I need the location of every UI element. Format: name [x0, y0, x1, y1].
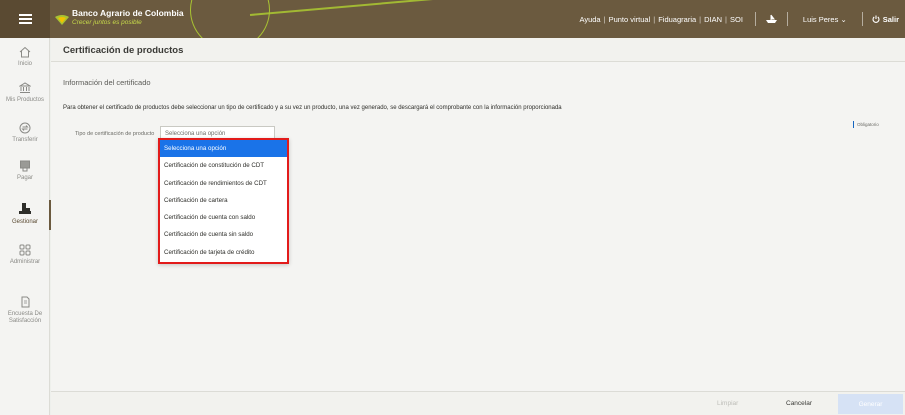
cancel-button[interactable]: Cancelar	[786, 400, 812, 407]
page-header: Certificación de productos	[51, 38, 905, 62]
sidebar-item-label: Pagar	[16, 175, 33, 181]
page-title: Certificación de productos	[63, 45, 184, 56]
brand-name[interactable]: Banco Agrario de Colombia	[72, 8, 184, 18]
dropdown-option-cdt-rendimientos[interactable]: Certificación de rendimientos de CDT	[160, 175, 287, 192]
top-nav: Ayuda | Punto virtual | Fiduagraria | DI…	[576, 0, 905, 38]
sidebar-item-label: Mis Productos	[5, 97, 44, 103]
pay-icon	[20, 160, 30, 172]
dropdown-option-cdt-constitucion[interactable]: Certificación de constitución de CDT	[160, 157, 287, 174]
brand-tagline: Crecer juntos es posible	[72, 19, 142, 26]
dropdown-option-cuenta-con-saldo[interactable]: Certificación de cuenta con saldo	[160, 209, 287, 226]
grid-icon	[19, 244, 31, 256]
dropdown-option-select[interactable]: Selecciona una opción	[160, 140, 287, 158]
survey-icon	[21, 296, 30, 308]
sidebar-item-mis-productos[interactable]: Mis Productos	[0, 82, 50, 104]
required-label: Obligatorio	[857, 122, 879, 127]
bank-logo-icon	[55, 15, 69, 25]
logout-button[interactable]: Salir	[872, 15, 899, 24]
decorative-arc	[190, 0, 270, 38]
sidebar-item-encuesta[interactable]: Encuesta De Satisfacción	[0, 296, 50, 325]
sidebar-item-label: Transferir	[12, 137, 38, 143]
sidebar-item-gestionar[interactable]: Gestionar	[0, 200, 51, 230]
divider	[786, 12, 788, 26]
nav-link-ayuda[interactable]: Ayuda	[576, 15, 603, 24]
user-menu[interactable]: Luis Peres ⌄	[803, 15, 847, 24]
required-note: Obligatorio	[853, 121, 879, 128]
logout-label: Salir	[882, 14, 899, 24]
nav-separator: |	[725, 14, 727, 24]
dropdown-option-tarjeta-credito[interactable]: Certificación de tarjeta de crédito	[160, 244, 287, 261]
top-bar: Banco Agrario de Colombia Crecer juntos …	[0, 0, 905, 38]
sidebar-item-inicio[interactable]: Inicio	[0, 46, 50, 68]
transfer-icon	[19, 122, 31, 134]
home-icon	[19, 46, 31, 58]
sidebar-item-label: Gestionar	[11, 219, 38, 225]
dropdown-option-cartera[interactable]: Certificación de cartera	[160, 192, 287, 209]
boat-icon[interactable]	[765, 14, 778, 24]
divider	[754, 12, 756, 26]
required-marker	[853, 121, 854, 128]
chevron-down-icon: ⌄	[840, 14, 847, 24]
nav-link-fiduagraria[interactable]: Fiduagraria	[655, 15, 699, 24]
nav-separator: |	[603, 14, 606, 24]
bank-icon	[19, 82, 31, 93]
section-title: Información del certificado	[63, 78, 151, 87]
generate-button[interactable]: Generar	[838, 394, 903, 414]
certificate-type-dropdown: Selecciona una opción Certificación de c…	[158, 138, 289, 264]
menu-button[interactable]	[0, 0, 50, 38]
power-icon	[872, 15, 880, 23]
divider	[861, 12, 863, 26]
nav-link-soi[interactable]: SOI	[727, 15, 746, 24]
nav-link-dian[interactable]: DIAN	[701, 15, 725, 24]
hamburger-icon	[18, 14, 32, 24]
nav-separator: |	[653, 14, 656, 24]
nav-link-punto-virtual[interactable]: Punto virtual	[606, 15, 654, 24]
manage-icon	[19, 203, 31, 214]
user-name: Luis Peres	[802, 14, 839, 24]
dropdown-option-cuenta-sin-saldo[interactable]: Certificación de cuenta sin saldo	[160, 226, 287, 243]
sidebar-item-label: Inicio	[17, 61, 32, 67]
sidebar-item-label: Encuesta De Satisfacción	[7, 311, 43, 324]
footer-actions: Limpiar Cancelar Generar	[51, 391, 905, 415]
nav-separator: |	[699, 14, 702, 24]
decorative-line	[249, 0, 510, 16]
sidebar: Inicio Mis Productos Transferir Pagar Ge…	[0, 38, 51, 415]
certificate-type-label: Tipo de certificación de producto	[75, 131, 155, 137]
clear-button[interactable]: Limpiar	[717, 400, 738, 407]
description-text: Para obtener el certificado de productos…	[63, 105, 562, 111]
sidebar-item-label: Administrar	[9, 259, 41, 265]
sidebar-item-administrar[interactable]: Administrar	[0, 244, 50, 266]
sidebar-item-transferir[interactable]: Transferir	[0, 122, 50, 144]
sidebar-item-pagar[interactable]: Pagar	[0, 160, 50, 182]
